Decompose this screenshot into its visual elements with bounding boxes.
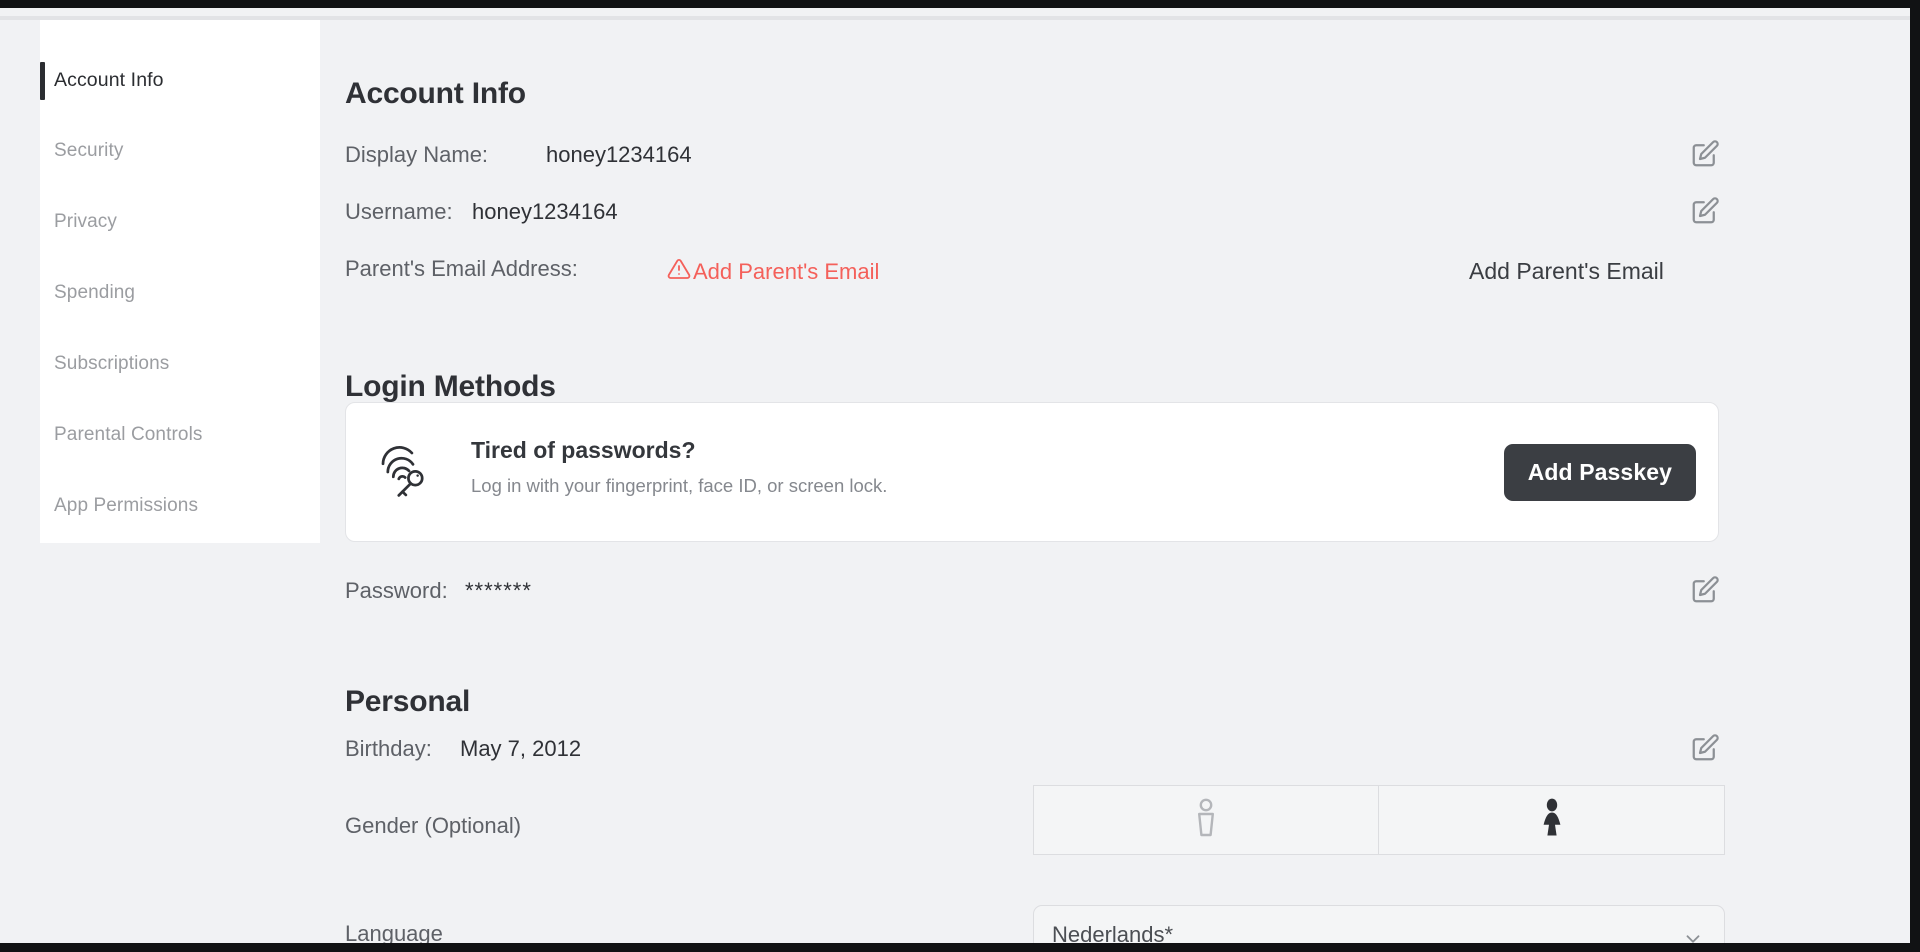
gender-option-male[interactable] bbox=[1033, 785, 1379, 855]
female-figure-icon bbox=[1539, 797, 1565, 844]
password-label: Password: bbox=[345, 578, 448, 603]
personal-heading: Personal bbox=[345, 684, 471, 718]
settings-main-content: Account Info Display Name: honey1234164 … bbox=[345, 20, 1745, 943]
display-name-row: Display Name: honey1234164 bbox=[345, 139, 1725, 176]
sidebar-item-label: Account Info bbox=[54, 68, 164, 91]
edit-username-icon[interactable] bbox=[1690, 196, 1720, 226]
gender-toggle-group bbox=[1033, 785, 1725, 855]
parent-email-label: Parent's Email Address: bbox=[345, 256, 578, 281]
birthday-value: May 7, 2012 bbox=[460, 736, 582, 761]
add-parent-email-warning-link[interactable]: Add Parent's Email bbox=[667, 257, 879, 286]
edit-password-icon[interactable] bbox=[1690, 575, 1720, 605]
warning-triangle-icon bbox=[667, 257, 691, 286]
language-label: Language bbox=[345, 921, 443, 943]
edit-birthday-icon[interactable] bbox=[1690, 733, 1720, 763]
male-figure-icon bbox=[1193, 797, 1219, 844]
sidebar-item-label: Subscriptions bbox=[54, 353, 170, 374]
chevron-down-icon bbox=[1682, 928, 1704, 943]
window-frame-bottom bbox=[0, 943, 1920, 952]
window-frame-top bbox=[0, 0, 1920, 8]
sidebar-item-subscriptions[interactable]: Subscriptions bbox=[40, 344, 320, 384]
sidebar-item-security[interactable]: Security bbox=[40, 131, 320, 171]
gender-row: Gender (Optional) bbox=[345, 785, 1725, 880]
password-row: Password: ******* bbox=[345, 575, 1725, 612]
parent-email-row: Parent's Email Address: Add Parent's Ema… bbox=[345, 256, 1725, 290]
sidebar-item-parental-controls[interactable]: Parental Controls bbox=[40, 415, 320, 455]
birthday-label: Birthday: bbox=[345, 736, 432, 761]
language-row: Language Nederlands* bbox=[345, 905, 1725, 943]
settings-sidebar: Account Info Security Privacy Spending S… bbox=[40, 20, 320, 543]
birthday-row: Birthday: May 7, 2012 bbox=[345, 733, 1725, 770]
passkey-promo-card: Tired of passwords? Log in with your fin… bbox=[345, 402, 1719, 542]
gender-option-female[interactable] bbox=[1379, 785, 1725, 855]
sidebar-item-label: Security bbox=[54, 140, 124, 161]
login-methods-heading: Login Methods bbox=[345, 369, 556, 403]
settings-page: Account Info Security Privacy Spending S… bbox=[0, 8, 1910, 943]
display-name-value: honey1234164 bbox=[546, 142, 692, 167]
add-parent-email-action[interactable]: Add Parent's Email bbox=[1469, 258, 1664, 285]
password-value: ******* bbox=[465, 578, 532, 603]
gender-label: Gender (Optional) bbox=[345, 813, 522, 838]
sidebar-item-label: Parental Controls bbox=[54, 424, 203, 445]
display-name-label: Display Name: bbox=[345, 142, 489, 167]
sidebar-item-label: App Permissions bbox=[54, 495, 199, 516]
sidebar-item-spending[interactable]: Spending bbox=[40, 273, 320, 313]
passkey-card-title: Tired of passwords? bbox=[471, 437, 696, 463]
sidebar-item-label: Spending bbox=[54, 282, 136, 303]
fingerprint-key-icon bbox=[372, 439, 438, 505]
sidebar-item-account-info[interactable]: Account Info bbox=[40, 60, 320, 100]
username-label: Username: bbox=[345, 199, 453, 224]
edit-display-name-icon[interactable] bbox=[1690, 139, 1720, 169]
add-passkey-button[interactable]: Add Passkey bbox=[1503, 444, 1696, 501]
add-parent-email-warning-text: Add Parent's Email bbox=[693, 258, 880, 284]
page-title: Account Info bbox=[345, 77, 526, 111]
language-select-value: Nederlands* bbox=[1052, 922, 1174, 943]
language-select[interactable]: Nederlands* bbox=[1033, 905, 1725, 943]
active-indicator-bar bbox=[40, 62, 45, 100]
username-value: honey1234164 bbox=[472, 199, 618, 224]
window-frame-right bbox=[1910, 0, 1920, 952]
sidebar-item-privacy[interactable]: Privacy bbox=[40, 202, 320, 242]
username-row: Username: honey1234164 bbox=[345, 196, 1725, 233]
sidebar-item-label: Privacy bbox=[54, 211, 117, 232]
sidebar-item-app-permissions[interactable]: App Permissions bbox=[40, 486, 320, 526]
passkey-card-subtitle: Log in with your fingerprint, face ID, o… bbox=[471, 475, 888, 496]
